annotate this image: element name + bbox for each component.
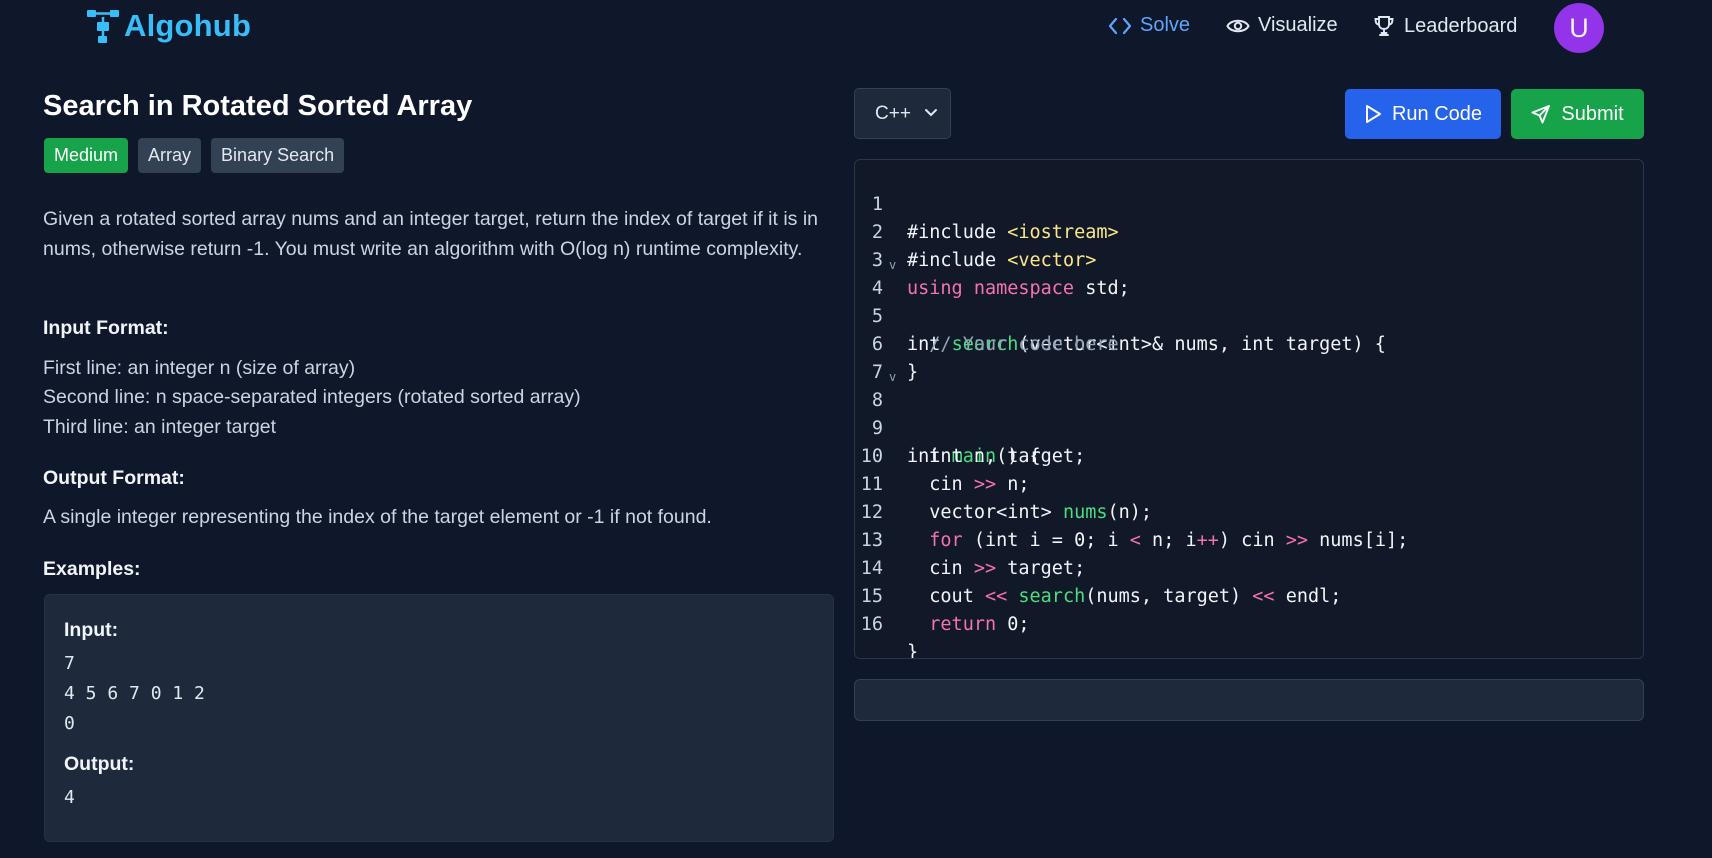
- example-input-line: 0: [64, 713, 75, 734]
- logo[interactable]: Algohub: [86, 8, 251, 44]
- input-format-line: Second line: n space-separated integers …: [43, 386, 581, 408]
- code-line: 7: [855, 331, 1643, 383]
- avatar[interactable]: U: [1554, 3, 1604, 53]
- trophy-icon: [1374, 16, 1394, 36]
- code-editor[interactable]: 1 #include <iostream> 2 #include <vector…: [854, 159, 1644, 659]
- code-line: 11 vector<int> nums(n);: [855, 443, 1643, 523]
- run-code-label: Run Code: [1391, 102, 1483, 125]
- line-number: 16: [860, 614, 883, 635]
- output-format-heading: Output Format:: [43, 467, 185, 489]
- example-input-line: 4 5 6 7 0 1 2: [64, 683, 205, 704]
- example-output-label: Output:: [64, 753, 135, 775]
- nav-leaderboard[interactable]: Leaderboard: [1372, 14, 1517, 38]
- tag-array: Array: [138, 138, 202, 173]
- nav-visualize[interactable]: Visualize: [1226, 14, 1338, 37]
- logo-text: Algohub: [124, 8, 252, 43]
- problem-title: Search in Rotated Sorted Array: [43, 90, 473, 122]
- code-brackets-icon: [1108, 17, 1132, 34]
- language-select-value: C++: [875, 102, 911, 124]
- nav-leaderboard-label: Leaderboard: [1404, 14, 1518, 37]
- flowchart-icon: [87, 10, 119, 43]
- nav-visualize-label: Visualize: [1258, 14, 1338, 36]
- problem-description: Given a rotated sorted array nums and an…: [43, 208, 819, 260]
- examples-heading: Examples:: [43, 558, 141, 580]
- run-code-button[interactable]: Run Code: [1345, 89, 1501, 139]
- code-line: 10 cin >> n;: [855, 415, 1643, 495]
- code-line: 4 v int search(vector<int>& nums, int ta…: [855, 247, 1643, 355]
- code-line: 2 #include <vector>: [855, 191, 1643, 271]
- input-format-line: Third line: an integer target: [43, 416, 277, 438]
- output-format-text: A single integer representing the index …: [43, 506, 712, 528]
- input-format-line: First line: an integer n (size of array): [43, 357, 356, 379]
- code-line: 15 return 0;: [855, 555, 1643, 635]
- code-line: 5 // Your code here: [855, 275, 1643, 355]
- code-line: 8 v int main() {: [855, 359, 1643, 467]
- example-output-value: 4: [64, 787, 75, 808]
- eye-icon: [1226, 19, 1250, 32]
- code-text: return 0;: [929, 614, 1030, 635]
- tag-list: Medium Array Binary Search: [44, 138, 345, 173]
- play-icon: [1365, 105, 1381, 123]
- nav-solve-label: Solve: [1140, 14, 1191, 36]
- input-format-heading: Input Format:: [43, 317, 169, 339]
- difficulty-badge: Medium: [44, 138, 129, 173]
- example-box: Input: 7 4 5 6 7 0 1 2 0 Output: 4: [44, 594, 834, 842]
- code-line: 3 using namespace std;: [855, 219, 1643, 299]
- submit-button[interactable]: Submit: [1511, 89, 1644, 139]
- language-select[interactable]: C++: [854, 88, 951, 139]
- tag-binary-search: Binary Search: [211, 138, 345, 173]
- code-line: 16 }: [855, 583, 1643, 658]
- code-line: 12 for (int i = 0; i < n; i++) cin >> nu…: [855, 471, 1643, 551]
- nav-solve[interactable]: Solve: [1108, 14, 1190, 37]
- code-line: 9 int n, target;: [855, 387, 1643, 467]
- top-nav: Algohub Solve Visualize Leaderboard U: [0, 0, 1712, 58]
- code-line: 1 #include <iostream>: [855, 163, 1643, 243]
- example-input-label: Input:: [64, 619, 119, 641]
- output-panel: [854, 679, 1644, 721]
- code-text: }: [907, 642, 919, 659]
- code-line: 13 cin >> target;: [855, 499, 1643, 579]
- submit-label: Submit: [1561, 102, 1624, 125]
- example-input-line: 7: [64, 653, 75, 674]
- code-line: 6 }: [855, 303, 1643, 383]
- chevron-down-icon: [925, 109, 937, 117]
- code-line: 14 cout << search(nums, target) << endl;: [855, 527, 1643, 607]
- send-icon: [1531, 105, 1551, 124]
